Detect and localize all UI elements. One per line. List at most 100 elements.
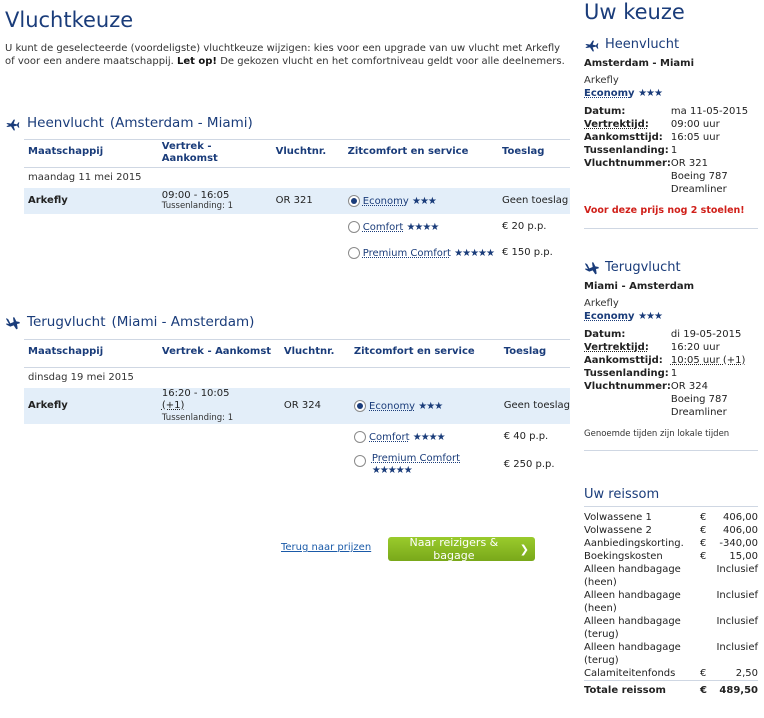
summary-outbound-airline: Arkefly	[584, 75, 619, 86]
cost-row: Boekingskosten €15,00	[584, 550, 758, 563]
cost-currency	[700, 563, 714, 589]
cost-label: Alleen handbagage (terug)	[584, 616, 681, 640]
cost-label: Volwassene 1	[584, 512, 652, 523]
premium-label[interactable]: Premium Comfort	[363, 248, 451, 259]
inbound-option-premium[interactable]: Premium Comfort ★★★★★	[350, 450, 500, 480]
economy-label[interactable]: Economy	[363, 196, 409, 207]
cost-label: Aanbiedingskorting.	[584, 538, 684, 549]
inbound-price-premium: € 250 p.p.	[503, 459, 555, 470]
cost-amount: 406,00	[723, 525, 758, 536]
page-title: Vluchtkeuze	[5, 8, 134, 32]
stopover-value: 1	[670, 145, 678, 156]
cost-label: Alleen handbagage (heen)	[584, 564, 681, 588]
outbound-option-comfort[interactable]: Comfort ★★★★	[344, 214, 498, 240]
trip-cost-summary: Uw reissom Volwassene 1 €406,00 Volwassene…	[584, 487, 758, 697]
inbound-section-title: Terugvlucht (Miami - Amsterdam)	[5, 314, 254, 330]
summary-inbound-details: Datum: di 19-05-2015 Vertrektijd: 16:20 uu…	[584, 328, 758, 419]
col-surcharge: Toeslag	[503, 346, 547, 357]
cost-label: Alleen handbagage (terug)	[584, 642, 681, 666]
economy-label[interactable]: Economy	[369, 401, 415, 412]
outbound-option-economy[interactable]: Economy ★★★	[344, 188, 498, 214]
outbound-flight-table: Maatschappij Vertrek - Aankomst Vluchtnr…	[24, 139, 570, 266]
economy-radio[interactable]	[347, 194, 360, 207]
cost-row: Alleen handbagage (heen) Inclusief	[584, 563, 758, 589]
inbound-date: dinsdag 19 mei 2015	[28, 372, 134, 384]
outbound-stopover: Tussenlanding: 1	[161, 201, 234, 211]
stopover-key: Tussenlanding:	[584, 145, 669, 156]
outbound-flight-number: OR 321	[275, 195, 313, 206]
cost-amount: Inclusief	[716, 590, 758, 601]
inbound-option-comfort[interactable]: Comfort ★★★★	[350, 424, 500, 450]
intro-warning-label: Let op!	[176, 56, 217, 67]
inbound-price-comfort: € 40 p.p.	[503, 431, 549, 442]
flight-number-key: Vluchtnummer:	[584, 158, 671, 169]
cost-row: Alleen handbagage (terug) Inclusief	[584, 641, 758, 667]
star-rating-icon: ★★★★★	[371, 464, 413, 476]
summary-outbound-details: Datum: ma 11-05-2015 Vertrektijd: 09:00 uu…	[584, 105, 758, 196]
inbound-stopover: Tussenlanding: 1	[161, 412, 234, 423]
star-rating-icon: ★★★	[638, 311, 663, 322]
plane-return-icon	[585, 262, 599, 275]
col-comfort: Zitcomfort en service	[353, 346, 475, 357]
cost-currency	[700, 589, 714, 615]
economy-radio[interactable]	[353, 399, 366, 412]
cost-amount: 2,50	[735, 668, 758, 679]
star-rating-icon: ★★★	[412, 195, 437, 207]
cost-currency: €	[700, 512, 707, 523]
inbound-heading: Terugvlucht	[27, 314, 106, 330]
outbound-route: (Amsterdam - Miami)	[109, 115, 253, 131]
inbound-flight-table: Maatschappij Vertrek - Aankomst Vluchtnr…	[24, 339, 570, 480]
premium-radio[interactable]	[347, 246, 360, 259]
divider	[584, 228, 758, 229]
outbound-date: maandag 11 mei 2015	[28, 172, 142, 184]
cost-amount: Inclusief	[716, 616, 758, 627]
cost-row: Calamiteitenfonds €2,50	[584, 667, 758, 681]
date-value: ma 11-05-2015	[670, 106, 749, 117]
comfort-radio[interactable]	[353, 430, 366, 443]
divider	[584, 506, 758, 507]
divider	[584, 450, 758, 451]
class-label[interactable]: Economy	[584, 311, 635, 322]
star-rating-icon: ★★★★	[412, 431, 446, 443]
summary-inbound-heading-text: Terugvlucht	[605, 259, 681, 275]
cost-table: Volwassene 1 €406,00 Volwassene 2 €406,00 Aa…	[584, 511, 758, 697]
summary-inbound-class: Economy ★★★	[584, 309, 758, 322]
aircraft-type: Boeing 787 Dreamliner	[670, 171, 728, 195]
comfort-radio[interactable]	[347, 220, 360, 233]
outbound-option-premium[interactable]: Premium Comfort ★★★★★	[344, 240, 498, 266]
cost-label: Boekingskosten	[584, 551, 663, 562]
cost-row: Alleen handbagage (heen) Inclusief	[584, 589, 758, 615]
star-rating-icon: ★★★	[638, 88, 663, 99]
back-to-prices-link[interactable]: Terug naar prijzen	[281, 542, 371, 553]
departure-key: Vertrektijd:	[584, 119, 649, 130]
class-label[interactable]: Economy	[584, 88, 635, 99]
comfort-label[interactable]: Comfort	[369, 432, 410, 443]
star-rating-icon: ★★★★★	[454, 247, 495, 259]
premium-label[interactable]: Premium Comfort	[372, 453, 460, 464]
cost-currency: €	[700, 538, 707, 549]
premium-radio[interactable]	[353, 454, 366, 467]
cost-row: Volwassene 2 €406,00	[584, 524, 758, 537]
next-button-label: Naar reizigers & bagage	[409, 536, 499, 562]
col-flight-no: Vluchtnr.	[283, 346, 335, 357]
inbound-time: 16:20 - 10:05	[162, 388, 276, 400]
summary-outbound-heading: Heenvlucht	[584, 36, 758, 52]
plane-departure-icon	[585, 40, 599, 52]
summary-outbound-class: Economy ★★★	[584, 86, 758, 99]
comfort-label[interactable]: Comfort	[363, 222, 404, 233]
inbound-price-economy: Geen toeslag	[503, 400, 570, 411]
cost-currency: €	[700, 668, 707, 679]
cost-currency: €	[700, 551, 707, 562]
seats-warning: Voor deze prijs nog 2 stoelen!	[584, 205, 745, 216]
departure-key: Vertrektijd:	[584, 342, 649, 353]
summary-inbound-heading: Terugvlucht	[584, 259, 758, 275]
cost-currency: €	[700, 525, 707, 536]
cost-currency	[700, 615, 714, 641]
inbound-option-economy[interactable]: Economy ★★★	[350, 388, 500, 424]
cost-row: Volwassene 1 €406,00	[584, 511, 758, 524]
col-times: Vertrek - Aankomst	[161, 141, 218, 164]
next-travelers-button[interactable]: Naar reizigers & bagage ❯	[388, 536, 535, 562]
col-airline: Maatschappij	[28, 346, 104, 357]
plane-departure-icon	[6, 119, 20, 131]
summary-outbound-heading-text: Heenvlucht	[605, 36, 680, 52]
